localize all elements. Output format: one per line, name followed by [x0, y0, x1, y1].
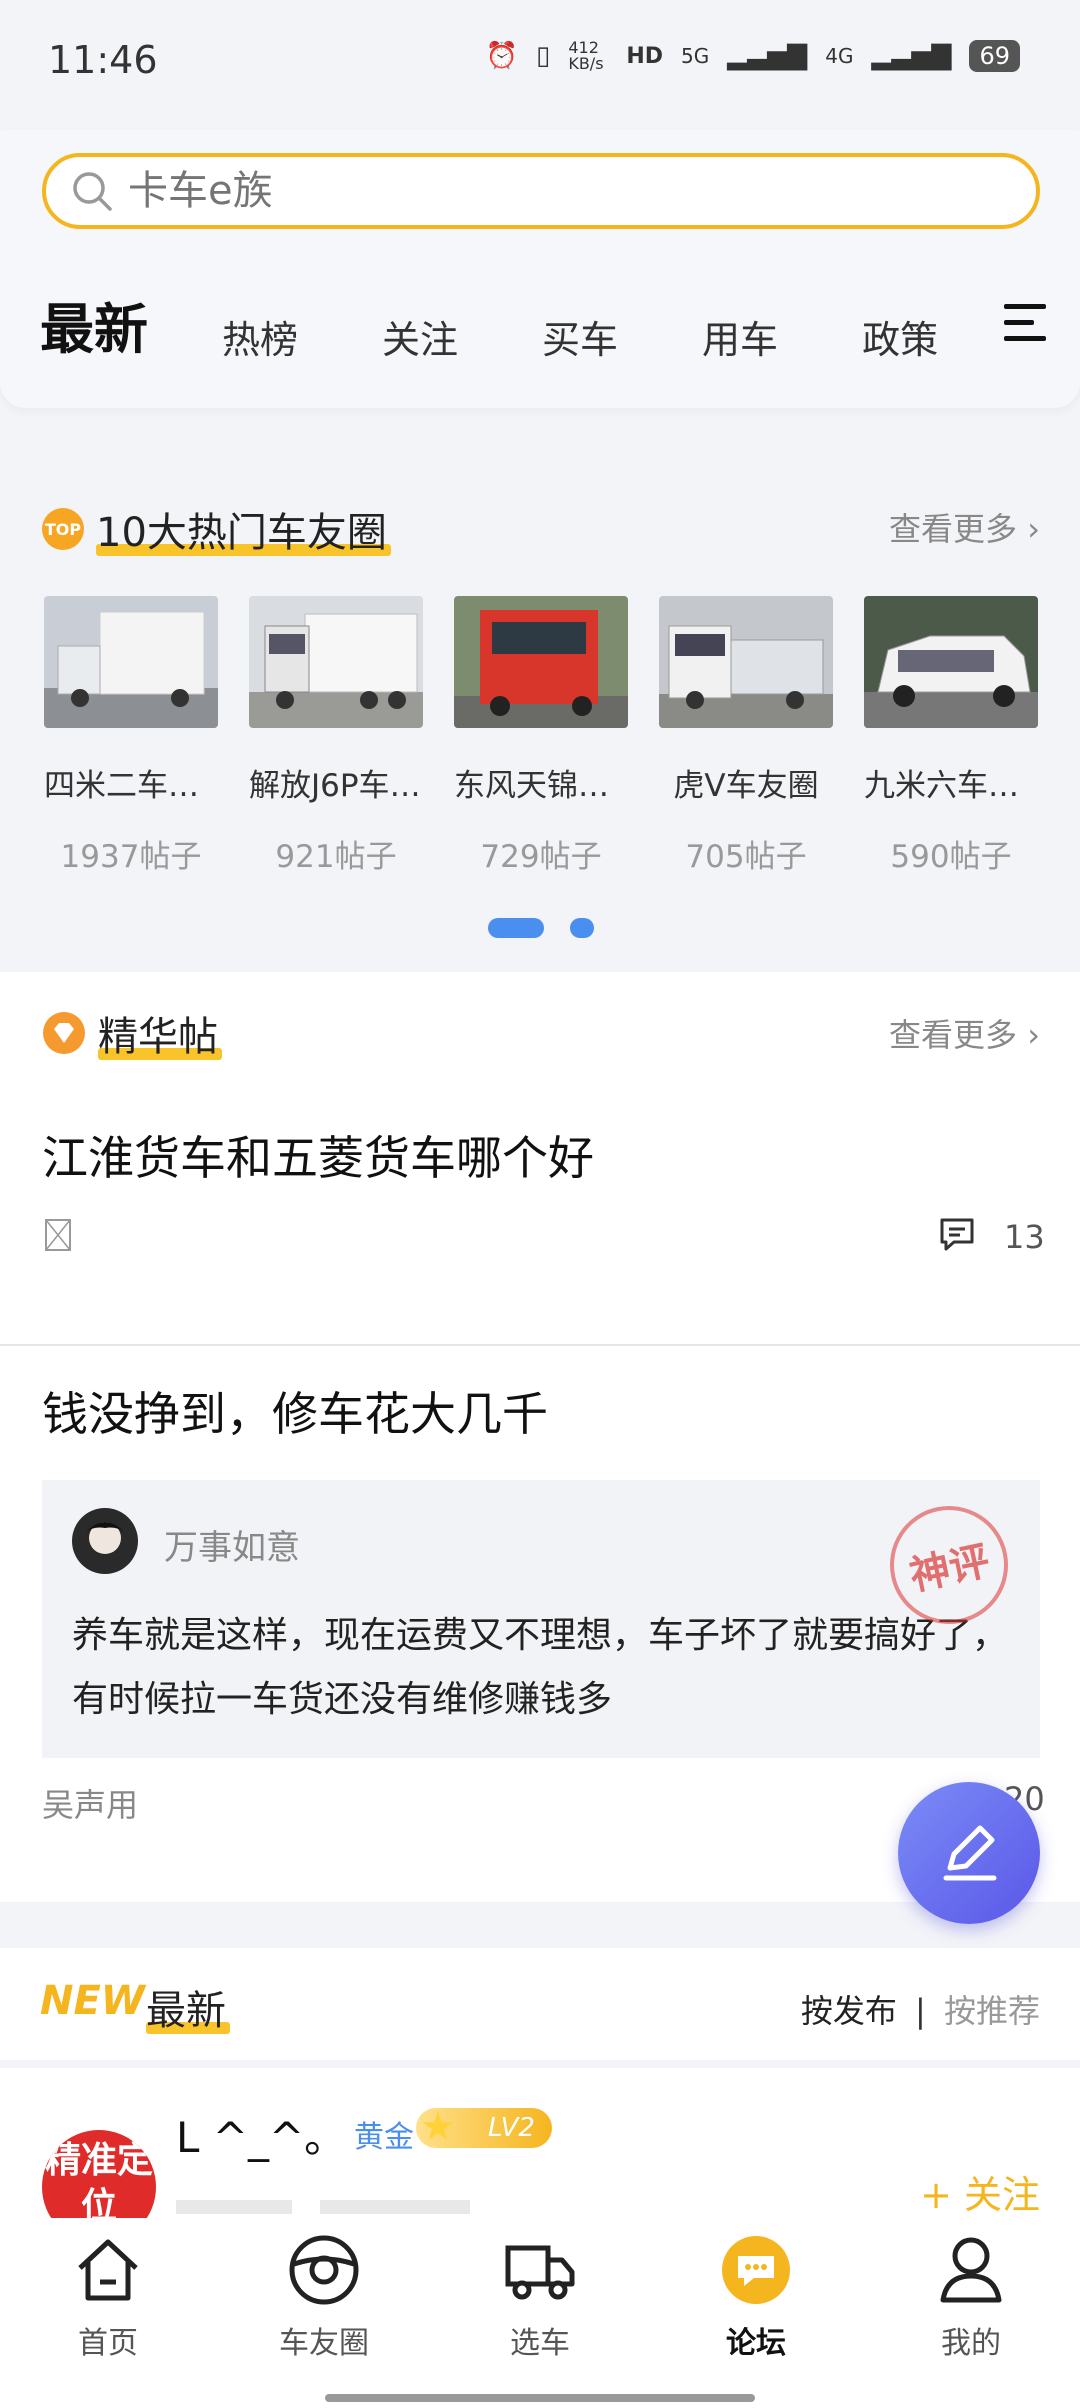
circle-item[interactable]: 虎V车友圈 705帖子	[659, 596, 833, 876]
home-indicator	[325, 2394, 755, 2402]
search-bar[interactable]	[42, 153, 1040, 229]
level-name: 黄金	[354, 2120, 414, 2155]
nav-mine[interactable]: 我的	[906, 2232, 1036, 2362]
battery-indicator: 69	[969, 40, 1020, 72]
hd-icon: HD	[626, 43, 664, 69]
avatar[interactable]	[72, 1508, 138, 1574]
home-icon	[78, 2239, 138, 2301]
post-author: 吴声用	[42, 1786, 139, 1824]
tab-latest[interactable]: 最新	[40, 285, 156, 364]
circle-post-count: 590帖子	[890, 839, 1012, 875]
circle-item[interactable]: 四米二车友圈 1937帖子	[44, 596, 218, 876]
circle-thumbnail	[454, 596, 628, 728]
post-title: 江淮货车和五菱货车哪个好	[42, 1131, 594, 1185]
circle-name: 东风天锦车友圈	[454, 768, 628, 804]
comment-user: 万事如意	[164, 1528, 300, 1568]
net-speed: 412 KB/s	[568, 38, 604, 73]
circle-thumbnail	[659, 596, 833, 728]
circle-post-count: 921帖子	[275, 839, 397, 875]
carousel-dot-active[interactable]	[488, 918, 544, 938]
search-icon	[73, 172, 112, 211]
comment-text: 养车就是这样，现在运费又不理想，车子坏了就要搞好了，有时候拉一车货还没有维修赚钱…	[72, 1615, 1009, 1720]
follow-button[interactable]: + 关注	[920, 2164, 1040, 2218]
circle-thumbnail	[249, 596, 423, 728]
tab-buy-car[interactable]: 买车	[542, 309, 618, 364]
edit-pen-icon	[943, 1825, 997, 1881]
compose-button[interactable]	[898, 1782, 1040, 1924]
signal-4g: 4G	[825, 44, 854, 68]
user-name[interactable]: L ^_^。	[176, 2104, 346, 2165]
circle-name: 四米二车友圈	[44, 768, 218, 804]
hot-circles-title: TOP 10大热门车友圈	[42, 500, 391, 558]
circle-post-count: 729帖子	[480, 839, 602, 875]
tab-use-car[interactable]: 用车	[702, 309, 778, 364]
truck-icon	[505, 2245, 575, 2300]
latest-post[interactable]: 精准定位 L ^_^。 黄金 LV2 ★ + 关注	[0, 2068, 1080, 2218]
sort-by-publish[interactable]: 按发布	[801, 1992, 897, 2030]
star-icon: ★	[420, 2104, 456, 2150]
latest-title: 最新	[146, 1978, 230, 2036]
nav-select-car[interactable]: 选车	[475, 2232, 605, 2362]
search-input[interactable]	[128, 168, 928, 214]
placeholder-bar	[320, 2200, 470, 2214]
top-badge: TOP	[42, 508, 84, 550]
status-icons: ⏰ ▯ 412 KB/s HD 5G ▂▃▅▇ 4G ▂▃▅▇ 69	[486, 40, 1020, 72]
circle-name: 解放J6P车友圈	[249, 768, 423, 804]
signal-bars-icon: ▂▃▅▇	[727, 41, 808, 71]
alarm-icon: ⏰	[485, 41, 519, 71]
hot-comment-box: 万事如意 养车就是这样，现在运费又不理想，车子坏了就要搞好了，有时候拉一车货还没…	[42, 1480, 1040, 1758]
nav-forum[interactable]: 论坛	[691, 2232, 821, 2362]
diamond-icon	[43, 1012, 85, 1054]
divider	[0, 1344, 1080, 1346]
nav-circles[interactable]: 车友圈	[259, 2232, 389, 2362]
post-card[interactable]: 江淮货车和五菱货车哪个好 13	[0, 1100, 1080, 1320]
new-badge: NEW	[40, 1978, 145, 2024]
comment-icon	[940, 1218, 974, 1251]
carousel-dot[interactable]	[570, 918, 594, 938]
broken-image-icon	[45, 1219, 71, 1251]
circle-item[interactable]: 解放J6P车友圈 921帖子	[249, 596, 423, 876]
circle-post-count: 705帖子	[685, 839, 807, 875]
profile-icon	[940, 2237, 1002, 2303]
avatar[interactable]: 精准定位	[42, 2130, 156, 2218]
menu-icon[interactable]	[1002, 300, 1048, 346]
status-time: 11:46	[48, 38, 158, 82]
tab-follow[interactable]: 关注	[382, 309, 458, 364]
circle-thumbnail	[44, 596, 218, 728]
hot-circles-more-link[interactable]: 查看更多 ›	[889, 504, 1040, 550]
circle-item[interactable]: 东风天锦车友圈 729帖子	[454, 596, 628, 876]
circle-name: 九米六车友圈	[864, 768, 1038, 804]
circle-item[interactable]: 九米六车友圈 590帖子	[864, 596, 1038, 876]
circle-name: 虎V车友圈	[673, 768, 819, 804]
steering-wheel-icon	[289, 2235, 359, 2305]
bottom-navigation: 首页 车友圈 选车 论坛 我的	[0, 2218, 1080, 2408]
featured-title: 精华帖	[42, 1004, 222, 1062]
status-bar: 11:46 ⏰ ▯ 412 KB/s HD 5G ▂▃▅▇ 4G ▂▃▅▇ 69	[0, 0, 1080, 130]
signal-bars-icon: ▂▃▅▇	[871, 41, 952, 71]
category-tabs: 最新 热榜 关注 买车 用车 政策	[40, 285, 970, 375]
tab-policy[interactable]: 政策	[862, 309, 938, 364]
hot-circles-section: TOP 10大热门车友圈 查看更多 › 四米二车友圈 1937帖子 解放J6P车…	[0, 470, 1080, 970]
featured-more-link[interactable]: 查看更多 ›	[889, 1010, 1040, 1056]
nav-home[interactable]: 首页	[43, 2232, 173, 2362]
placeholder-bar	[176, 2200, 292, 2214]
forum-icon	[722, 2236, 790, 2304]
sort-options: 按发布 | 按推荐	[800, 1992, 1040, 2030]
featured-section: 精华帖 查看更多 › 江淮货车和五菱货车哪个好 13 钱没挣到，修车花大几千 万…	[0, 972, 1080, 1902]
tab-hot[interactable]: 热榜	[222, 309, 298, 364]
post-title: 钱没挣到，修车花大几千	[42, 1387, 548, 1441]
circle-thumbnail	[864, 596, 1038, 728]
circle-post-count: 1937帖子	[60, 839, 202, 875]
latest-header: NEW 最新 按发布 | 按推荐	[0, 1948, 1080, 2060]
sort-by-recommend[interactable]: 按推荐	[944, 1992, 1040, 2030]
reply-count: 13	[1004, 1218, 1045, 1256]
chevron-right-icon: ›	[1017, 510, 1040, 548]
signal-5g: 5G	[681, 44, 710, 68]
chevron-right-icon: ›	[1017, 1016, 1040, 1054]
vibrate-icon: ▯	[536, 41, 551, 71]
